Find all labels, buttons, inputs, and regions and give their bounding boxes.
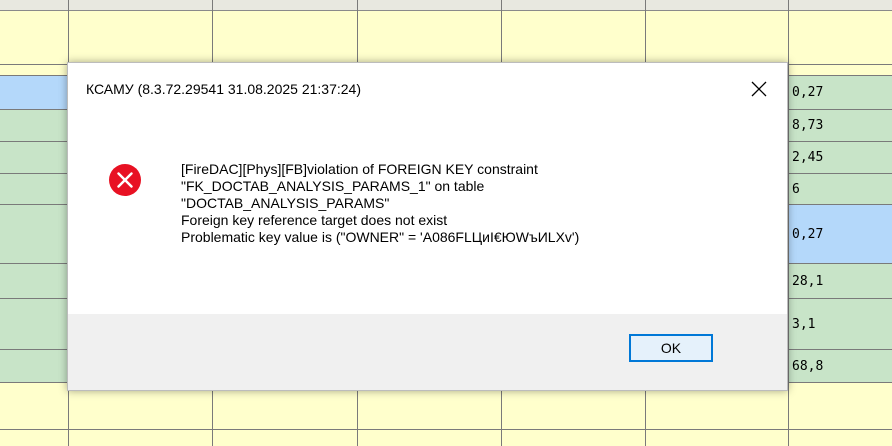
close-icon (751, 81, 767, 97)
grid-cell-value[interactable]: 0,27 (789, 76, 892, 109)
grid-cell-value[interactable]: 28,1 (789, 264, 892, 298)
grid-header-band (0, 0, 892, 11)
error-message-line: [FireDAC][Phys][FB]violation of FOREIGN … (181, 161, 538, 177)
grid-cell-value[interactable]: 8,73 (789, 110, 892, 141)
close-button[interactable] (743, 73, 775, 105)
error-dialog: КСАМУ (8.3.72.29541 31.08.2025 21:37:24)… (67, 62, 788, 391)
grid-cell-value[interactable]: 68,8 (789, 350, 892, 382)
error-message-line: Problematic key value is ("OWNER" = 'A08… (181, 229, 580, 245)
ok-button[interactable]: OK (629, 334, 713, 362)
error-message-line: "FK_DOCTAB_ANALYSIS_PARAMS_1" on table (181, 178, 485, 194)
grid-cell-value[interactable]: 0,27 (789, 205, 892, 263)
error-message: [FireDAC][Phys][FB]violation of FOREIGN … (181, 161, 579, 246)
dialog-footer: OK (68, 314, 787, 390)
error-message-line: "DOCTAB_ANALYSIS_PARAMS" (181, 195, 390, 211)
grid-row-empty[interactable] (0, 11, 892, 64)
error-icon (109, 164, 141, 196)
error-message-line: Foreign key reference target does not ex… (181, 212, 448, 228)
grid-cell-value[interactable]: 2,45 (789, 142, 892, 173)
grid-row-empty[interactable] (0, 430, 892, 446)
grid-cell-value[interactable]: 3,1 (789, 299, 892, 349)
dialog-title: КСАМУ (8.3.72.29541 31.08.2025 21:37:24) (86, 81, 361, 97)
grid-cell-value[interactable]: 6 (789, 174, 892, 204)
